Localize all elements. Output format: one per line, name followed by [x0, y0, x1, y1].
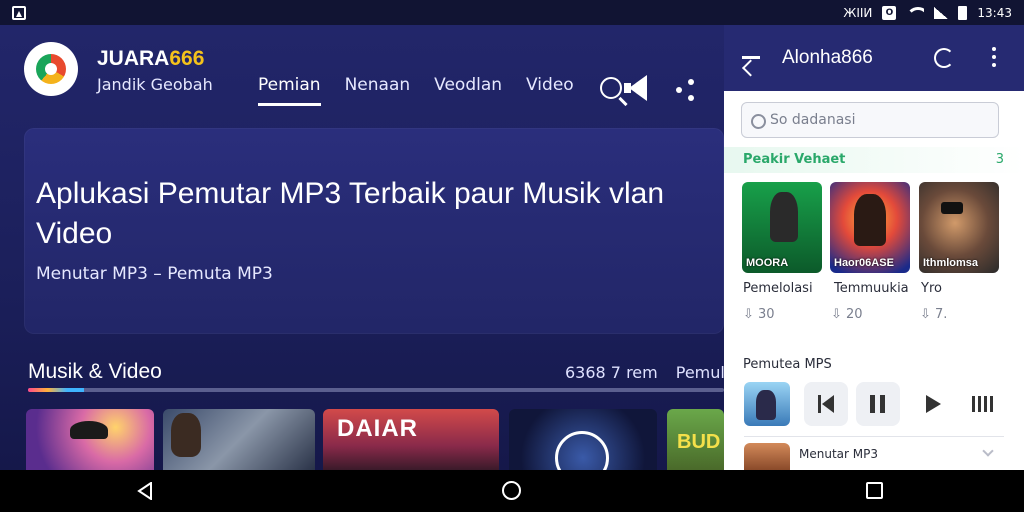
hero-subtitle: Menutar MP3 – Pemuta MP3: [36, 264, 273, 284]
player-title: Pemutea MPS: [743, 357, 832, 372]
card-stat: ⇩ 7.: [920, 307, 947, 322]
thumb-icon: ⇩: [831, 307, 847, 322]
image-notification-icon: [12, 5, 26, 20]
tab-video[interactable]: Video: [526, 75, 574, 106]
status-bar: ЖIIИ O 13:43: [0, 0, 1024, 25]
card-stat: ⇩ 30: [743, 307, 775, 322]
music-logo-icon: [36, 54, 66, 84]
section-progress-fill: [28, 388, 84, 392]
search-input[interactable]: So dadanasi: [741, 102, 999, 138]
card-label: Temmuukia: [834, 281, 909, 296]
media-thumbnail[interactable]: BUD: [667, 409, 724, 470]
player-controls: [724, 382, 1024, 428]
section-title: Musik & Video: [28, 360, 162, 383]
now-playing-art[interactable]: [744, 382, 790, 426]
refresh-icon[interactable]: [934, 48, 954, 68]
wifi-icon: [906, 6, 925, 19]
brand-title: JUARA666: [97, 47, 204, 71]
recent-apps-icon[interactable]: [866, 482, 883, 499]
artist-card[interactable]: MOORA: [742, 182, 822, 273]
battery-icon: [958, 5, 968, 20]
tab-nenaan[interactable]: Nenaan: [345, 75, 411, 106]
hero-title: Aplukasi Pemutar MP3 Terbaik paur Musik …: [36, 177, 665, 250]
carrier-indicator: ЖIIИ: [843, 5, 873, 20]
back-icon[interactable]: [137, 482, 153, 500]
notification-box-icon: O: [882, 5, 897, 20]
back-arrow-icon[interactable]: [740, 47, 760, 67]
speaker-icon[interactable]: [624, 75, 650, 101]
play-icon[interactable]: [910, 382, 954, 426]
brand-subtitle: Jandik Geobah: [97, 75, 213, 94]
chevron-down-icon[interactable]: [982, 445, 994, 457]
nav-tabs: Pemian Nenaan Veodlan Video: [258, 75, 574, 106]
track-art[interactable]: [744, 443, 790, 470]
section-meta-link[interactable]: Pemul: [676, 363, 724, 382]
card-overlay-text: Ithmlomsa: [923, 257, 979, 269]
brand-suffix: 666: [169, 47, 205, 70]
more-vert-icon[interactable]: [992, 47, 996, 67]
media-thumbnail[interactable]: [26, 409, 154, 470]
tab-pemian[interactable]: Pemian: [258, 75, 321, 106]
card-label: Yro: [921, 281, 942, 296]
app-logo[interactable]: [24, 42, 78, 96]
share-icon[interactable]: [676, 79, 698, 101]
media-thumbnail[interactable]: [163, 409, 315, 470]
home-icon[interactable]: [502, 481, 521, 500]
section-meta-count: 6368 7 rem: [565, 363, 658, 382]
panel-body: So dadanasi Peakir Vehaet 3 MOORA Haor06…: [724, 91, 1024, 470]
panel-title: Alonha866: [782, 47, 873, 68]
thumbnail-text: BUD: [677, 431, 721, 453]
card-stat: ⇩ 20: [831, 307, 863, 322]
search-icon[interactable]: [600, 77, 622, 99]
media-thumbnail[interactable]: DAIAR: [323, 409, 499, 470]
brand-prefix: JUARA: [97, 47, 170, 70]
card-stat-value: 20: [846, 307, 863, 322]
section-progress-bar: [28, 388, 724, 392]
app-header: JUARA666 Jandik Geobah Pemian Nenaan Veo…: [0, 25, 724, 120]
panel-section-count[interactable]: 3: [996, 152, 1004, 167]
media-thumbnail[interactable]: [509, 409, 657, 470]
hero-banner[interactable]: Aplukasi Pemutar MP3 Terbaik paur Musik …: [24, 128, 724, 334]
panel-section-label: Peakir Vehaet: [743, 152, 846, 167]
main-app: JUARA666 Jandik Geobah Pemian Nenaan Veo…: [0, 25, 724, 470]
system-nav-bar: [0, 470, 1024, 512]
status-time: 13:43: [977, 5, 1012, 20]
thumb-icon: ⇩: [743, 307, 759, 322]
status-icons: ЖIIИ O 13:43: [843, 5, 1012, 20]
divider: [744, 436, 1004, 437]
panel-header: Alonha866: [724, 25, 1024, 91]
card-overlay-text: Haor06ASE: [834, 257, 894, 269]
panel-section-header: Peakir Vehaet 3: [724, 147, 1024, 173]
card-stat-value: 30: [758, 307, 775, 322]
signal-icon: [934, 6, 949, 19]
artist-card[interactable]: Haor06ASE: [830, 182, 910, 273]
equalizer-icon[interactable]: [960, 382, 1004, 426]
track-title[interactable]: Menutar MP3: [799, 447, 878, 461]
card-stat-value: 7.: [935, 307, 948, 322]
previous-track-icon[interactable]: [804, 382, 848, 426]
pause-icon[interactable]: [856, 382, 900, 426]
thumbnail-text: DAIAR: [337, 415, 418, 442]
side-panel: Alonha866 So dadanasi Peakir Vehaet 3 MO…: [724, 25, 1024, 470]
tab-veodlan[interactable]: Veodlan: [434, 75, 502, 106]
thumb-icon: ⇩: [920, 307, 936, 322]
card-overlay-text: MOORA: [746, 257, 789, 269]
section-meta[interactable]: 6368 7 rem Pemul: [565, 363, 724, 382]
card-label: Pemelolasi: [743, 281, 813, 296]
artist-card[interactable]: Ithmlomsa: [919, 182, 999, 273]
